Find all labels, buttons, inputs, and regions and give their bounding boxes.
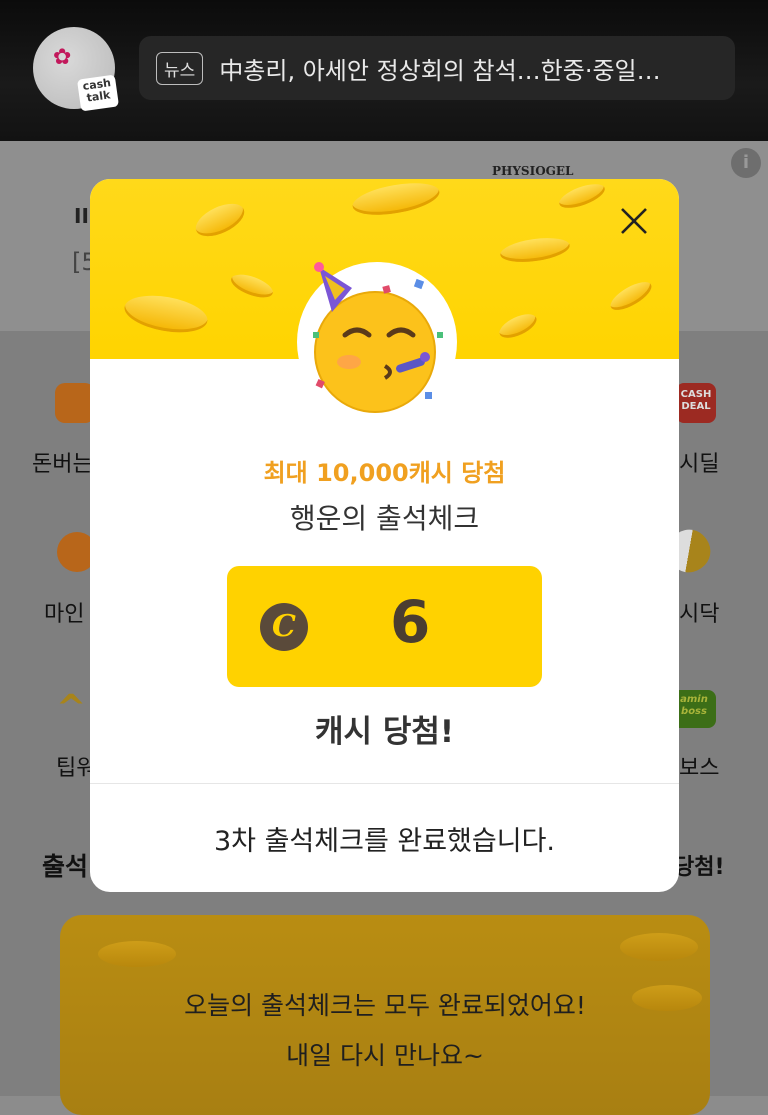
emoji-badge (297, 262, 457, 422)
top-header: ✿ cash talk 뉴스 中총리, 아세안 정상회의 참석…한중·중일… (0, 0, 768, 141)
section-title-attendance: 출석 (42, 852, 89, 881)
menu-label-mine[interactable]: 마인 (44, 596, 84, 628)
attendance-reward-modal: 최대 10,000캐시 당첨 행운의 출석체크 C 6 캐시 당첨! 3차 출석… (90, 179, 679, 892)
close-icon[interactable] (617, 204, 651, 238)
news-tag: 뉴스 (156, 51, 204, 85)
banner-line-2: 내일 다시 만나요~ (286, 1041, 484, 1070)
menu-label-money[interactable]: 돈버는 (32, 446, 93, 478)
prize-amount: 6 (390, 588, 431, 656)
completion-message: 3차 출석체크를 완료했습니다. (213, 826, 555, 857)
menu-icon-money[interactable] (55, 383, 95, 423)
info-icon[interactable]: i (731, 148, 761, 178)
modal-divider (90, 783, 679, 784)
section-right-won: 당첨! (674, 855, 725, 880)
flower-icon: ✿ (53, 45, 72, 70)
news-ticker[interactable]: 뉴스 中총리, 아세안 정상회의 참석…한중·중일… (139, 36, 735, 100)
cashdeal-icon[interactable]: CASH DEAL (676, 383, 716, 423)
news-headline[interactable]: 中총리, 아세안 정상회의 참석…한중·중일… (219, 51, 719, 86)
cashtalk-badge: cash talk (76, 74, 120, 112)
attendance-banner: 오늘의 출석체크는 모두 완료되었어요! 내일 다시 만나요~ (60, 915, 710, 1115)
menu-label-sidak[interactable]: 시닥 (679, 596, 719, 628)
won-message: 캐시 당첨! (314, 714, 454, 750)
cash-coin-icon: C (260, 603, 308, 651)
party-face-icon (313, 262, 443, 413)
ad-brand: PHYSIOGEL (492, 164, 574, 178)
modal-subtitle: 최대 10,000캐시 당첨 (263, 459, 506, 487)
modal-title: 행운의 출석체크 (289, 502, 480, 535)
avatar[interactable]: ✿ cash talk (33, 27, 120, 112)
banner-line-1: 오늘의 출석체크는 모두 완료되었어요! (184, 991, 586, 1020)
menu-label-boss[interactable]: 보스 (679, 750, 719, 782)
menu-label-cashdeal[interactable]: 시딜 (679, 446, 719, 478)
prize-box: C 6 (227, 566, 542, 687)
ad-title-fragment: II (74, 204, 89, 228)
